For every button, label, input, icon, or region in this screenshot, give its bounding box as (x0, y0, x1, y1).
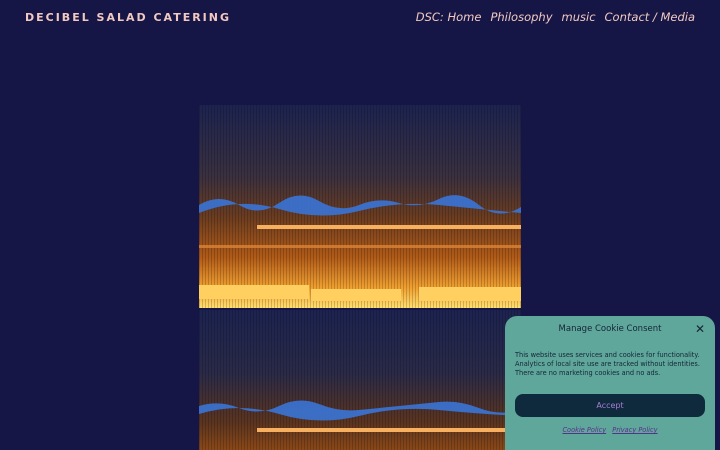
privacy-policy-link[interactable]: Privacy Policy (612, 426, 657, 434)
cookie-consent-dialog: Manage Cookie Consent ✕ This website use… (505, 316, 715, 450)
nav-item-music[interactable]: music (562, 10, 596, 24)
cookie-policy-link[interactable]: Cookie Policy (562, 426, 606, 434)
nav-item-home[interactable]: DSC: Home (416, 10, 482, 24)
cookie-policy-links: Cookie Policy Privacy Policy (505, 426, 715, 434)
main-nav: DSC: Home Philosophy music Contact / Med… (416, 10, 695, 24)
close-icon[interactable]: ✕ (695, 322, 705, 336)
accept-button[interactable]: Accept (515, 394, 705, 417)
cookie-dialog-title: Manage Cookie Consent (558, 324, 662, 334)
nav-item-contact-media[interactable]: Contact / Media (605, 10, 695, 24)
site-title[interactable]: DECIBEL SALAD CATERING (25, 11, 231, 24)
nav-item-philosophy[interactable]: Philosophy (490, 10, 552, 24)
cookie-dialog-text: This website uses services and cookies f… (515, 351, 700, 377)
spectrogram-image-2 (199, 310, 521, 450)
spectrogram-image-1 (199, 105, 521, 308)
